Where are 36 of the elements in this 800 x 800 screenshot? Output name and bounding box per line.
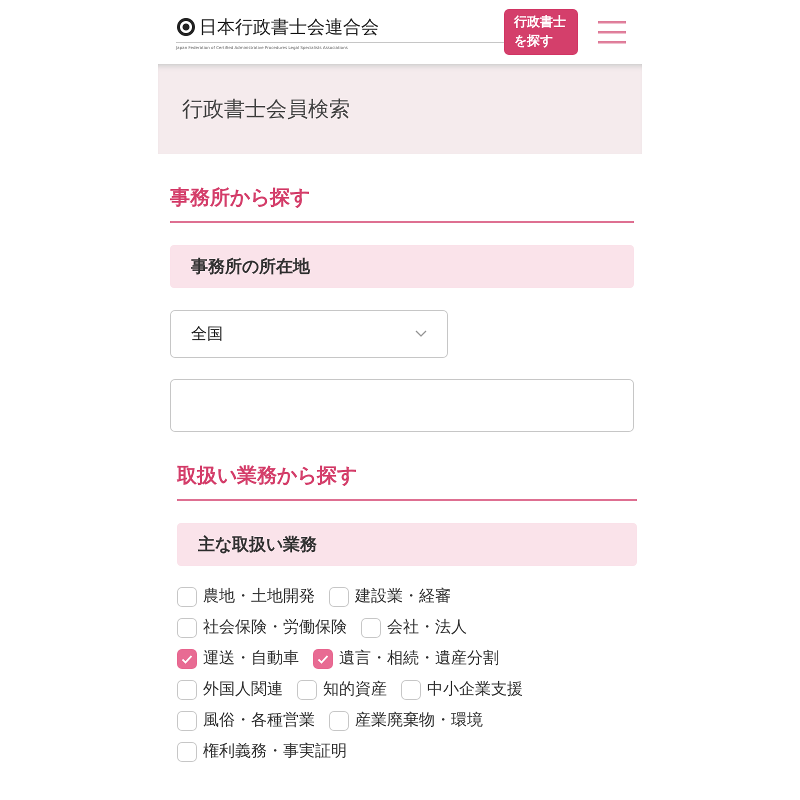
checkbox-option[interactable]: 建設業・経審 — [329, 586, 451, 607]
checkbox-option[interactable]: 遺言・相続・遺産分割 — [313, 648, 499, 669]
checkbox[interactable] — [177, 648, 197, 668]
search-button[interactable]: 行政書士を探す — [504, 9, 578, 55]
emblem-icon — [176, 16, 196, 36]
checkbox[interactable] — [177, 618, 197, 638]
subsection-heading: 主な取扱い業務 — [177, 523, 637, 566]
checkbox-option[interactable]: 中小企業支援 — [401, 679, 523, 700]
checkbox[interactable] — [361, 618, 381, 638]
input-field[interactable] — [170, 379, 634, 432]
checkbox-option[interactable]: 産業廃棄物・環境 — [329, 710, 483, 731]
checkbox-option[interactable]: 風俗・各種営業 — [177, 710, 315, 731]
checkbox[interactable] — [297, 680, 317, 700]
checkbox-option[interactable]: 知的資産 — [297, 679, 387, 700]
section-heading: 取扱い業務から探す — [177, 432, 637, 501]
prefecture-select[interactable]: 全国 — [170, 310, 448, 358]
checkbox-option[interactable]: 運送・自動車 — [177, 648, 299, 669]
checkbox[interactable] — [329, 586, 349, 606]
checkbox[interactable] — [401, 680, 421, 700]
page-title: 行政書士会員検索 — [182, 96, 350, 123]
checkbox-option[interactable]: 会社・法人 — [361, 617, 467, 638]
chevron-down-icon — [415, 330, 427, 338]
subsection-heading: 事務所の所在地 — [170, 245, 634, 288]
checkbox[interactable] — [177, 742, 197, 762]
checkbox[interactable] — [329, 710, 349, 730]
checkbox-option[interactable]: 外国人関連 — [177, 679, 283, 700]
checkbox-option[interactable]: 農地・土地開発 — [177, 586, 315, 607]
checkbox-option[interactable]: 社会保険・労働保険 — [177, 617, 347, 638]
checkbox[interactable] — [177, 710, 197, 730]
checkbox[interactable] — [177, 680, 197, 700]
menu-icon[interactable] — [598, 20, 626, 44]
checkbox[interactable] — [177, 586, 197, 606]
section-heading: 事務所から探す — [170, 154, 634, 223]
checkbox-option[interactable]: 権利義務・事実証明 — [177, 741, 347, 762]
checkbox[interactable] — [313, 648, 333, 668]
logo-title: 日本行政書士会連合会 — [199, 16, 379, 38]
